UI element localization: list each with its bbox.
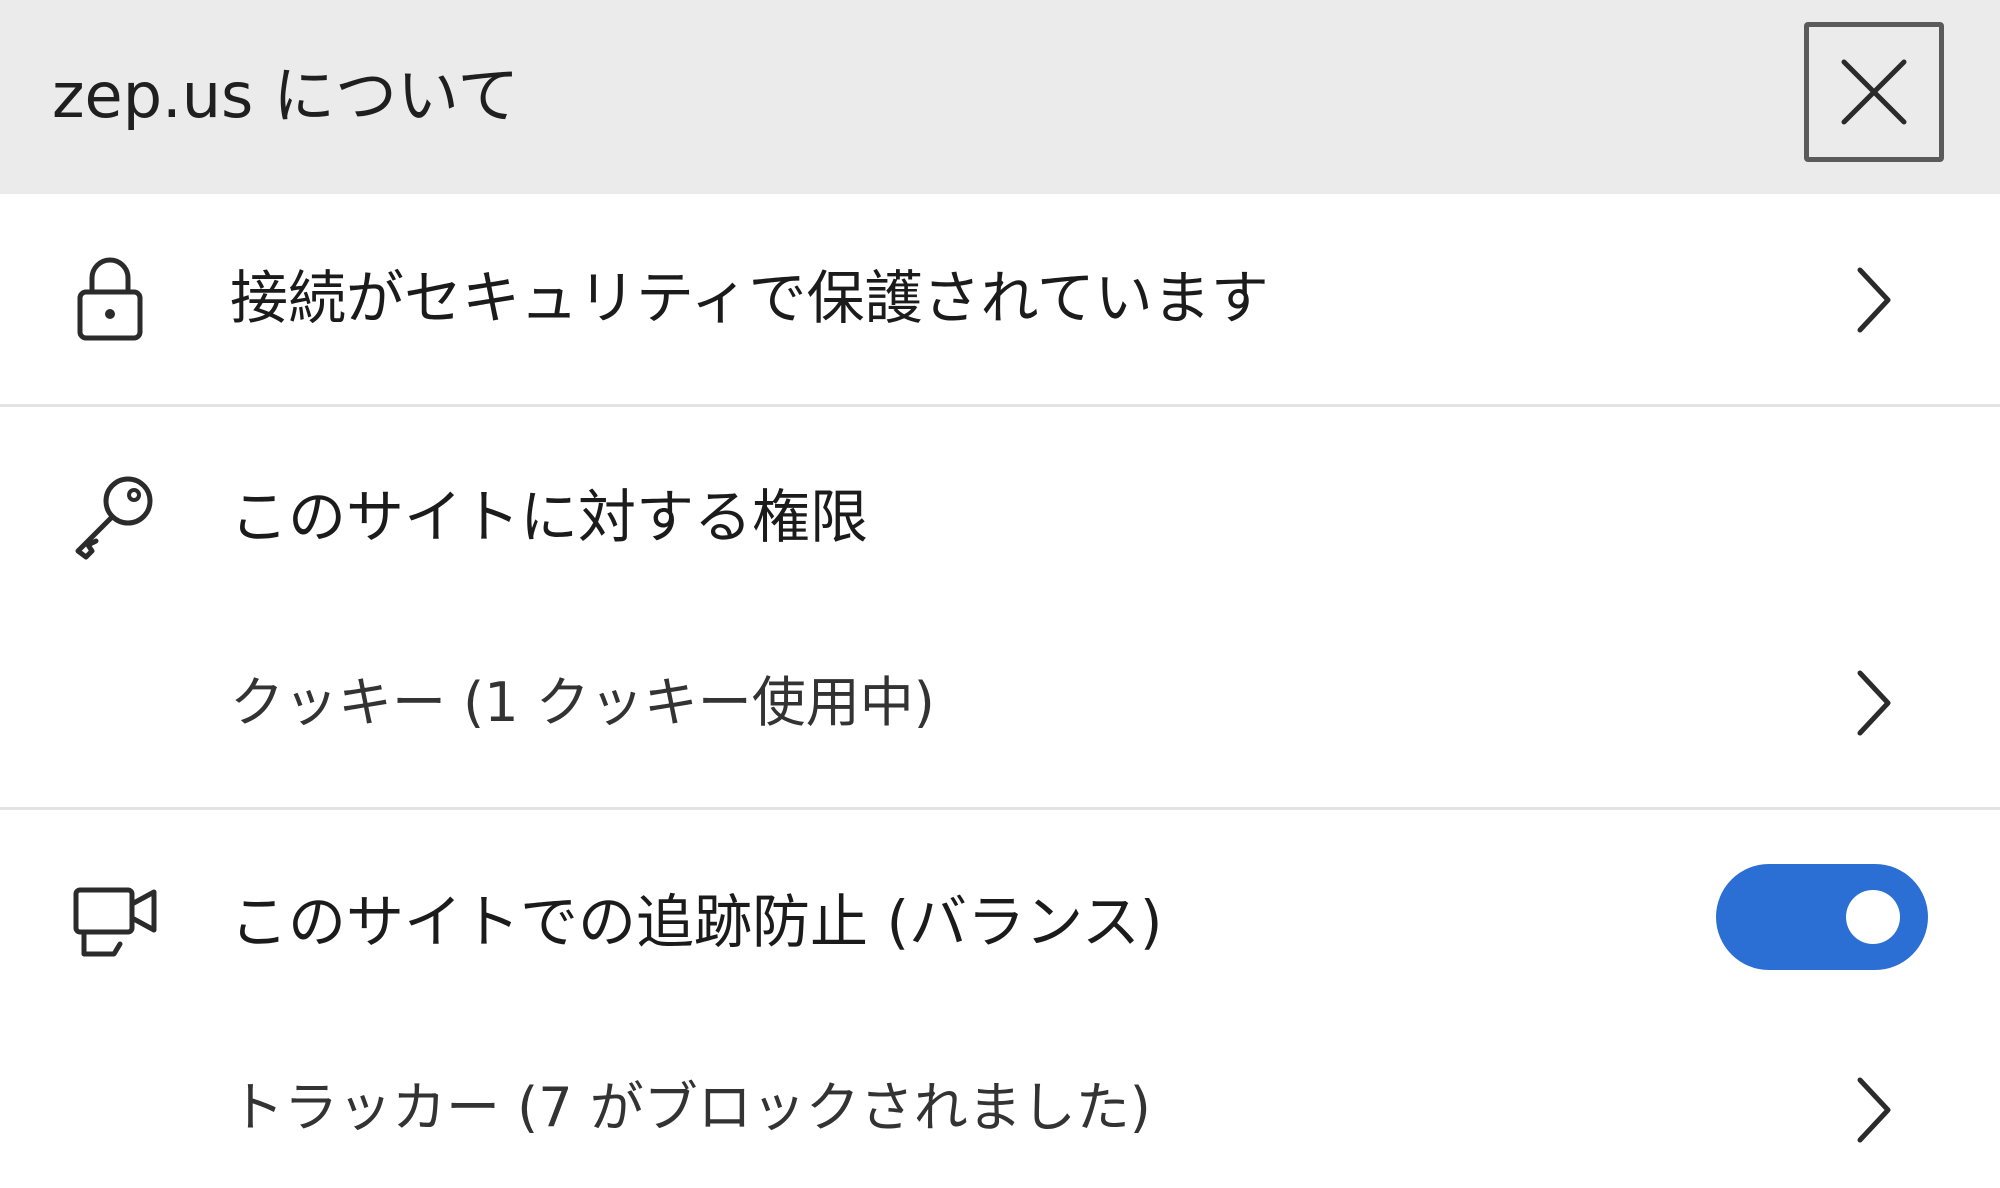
tracking-camera-icon: [73, 887, 157, 957]
tracking-prevention-label: このサイトでの追跡防止 (バランス): [230, 888, 1163, 956]
connection-security-row[interactable]: 接続がセキュリティで保護されています: [0, 194, 2000, 404]
panel-header: zep.us について: [0, 0, 2000, 194]
key-icon: [75, 476, 153, 560]
toggle-knob: [1846, 890, 1900, 944]
permissions-label: このサイトに対する権限: [230, 483, 869, 551]
cookies-row[interactable]: クッキー (1 クッキー使用中): [0, 607, 2000, 807]
tracking-prevention-toggle[interactable]: [1716, 864, 1928, 970]
close-icon: [1841, 59, 1907, 125]
trackers-row[interactable]: トラッカー (7 がブロックされました): [0, 1010, 2000, 1188]
trackers-label: トラッカー (7 がブロックされました): [230, 1076, 1151, 1139]
lock-icon: [77, 257, 143, 341]
site-info-panel: zep.us について 接続がセキュリティで保護されています このサイトに対する…: [0, 0, 2000, 1188]
panel-title: zep.us について: [52, 59, 520, 132]
chevron-right-icon: [1857, 1077, 1891, 1143]
chevron-right-icon: [1857, 267, 1891, 333]
close-button[interactable]: [1804, 22, 1944, 162]
permissions-row: このサイトに対する権限: [0, 407, 2000, 607]
cookies-label: クッキー (1 クッキー使用中): [230, 671, 935, 734]
chevron-right-icon: [1857, 670, 1891, 736]
connection-security-label: 接続がセキュリティで保護されています: [230, 264, 1269, 332]
tracking-prevention-row: このサイトでの追跡防止 (バランス): [0, 810, 2000, 1010]
